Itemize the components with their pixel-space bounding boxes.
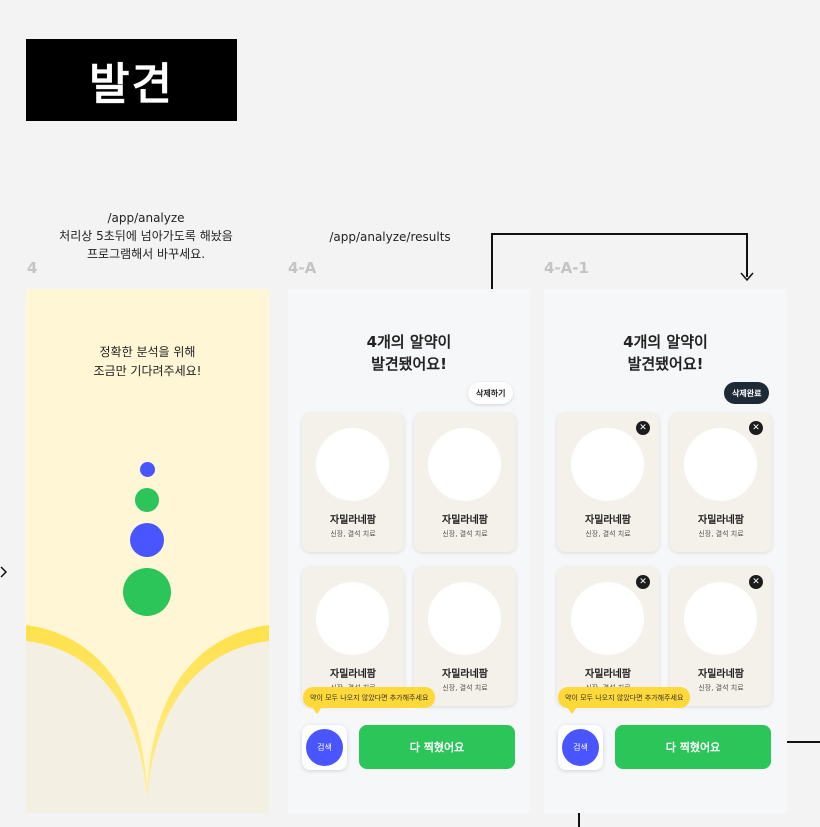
- screen-label-4a1: 4-A-1: [544, 259, 589, 277]
- results-heading: 4개의 알약이 발견됐어요!: [544, 331, 787, 375]
- pill-card[interactable]: ✕ 자밀라네팜 신장, 결석 치료: [670, 413, 772, 552]
- pill-desc: 신장, 결석 치료: [442, 530, 488, 538]
- results-delete-screen: 4개의 알약이 발견됐어요! 삭제완료 ✕ 자밀라네팜 신장, 결석 치료 ✕ …: [544, 289, 787, 813]
- add-pill-tooltip: 약이 모두 나오지 않았다면 추가해주세요: [558, 687, 691, 714]
- pill-image: [428, 582, 501, 655]
- pill-card[interactable]: ✕ 자밀라네팜 신장, 결석 치료: [557, 567, 659, 706]
- pill-desc: 신장, 결석 치료: [698, 530, 744, 538]
- pill-image: [571, 428, 644, 501]
- loading-wave: [26, 625, 269, 813]
- search-button-wrap[interactable]: 검색: [558, 725, 603, 770]
- pill-desc: 신장, 결석 치료: [585, 530, 631, 538]
- screen-label-4: 4: [27, 259, 38, 277]
- page-title: 발견: [26, 39, 237, 121]
- pill-name: 자밀라네팜: [698, 515, 744, 526]
- pill-name: 자밀라네팜: [585, 669, 631, 680]
- search-button[interactable]: 검색: [562, 729, 599, 766]
- pill-name: 자밀라네팜: [442, 669, 488, 680]
- analyze-note: /app/analyze 처리상 5초뒤에 넘아가도록 해놨음 프로그램해서 바…: [40, 209, 252, 263]
- results-heading-line2: 발견됐어요!: [371, 355, 447, 373]
- pill-desc: 신장, 결석 치료: [330, 530, 376, 538]
- close-icon[interactable]: ✕: [749, 421, 763, 435]
- pill-image: [684, 582, 757, 655]
- analyze-route: /app/analyze: [107, 211, 185, 225]
- screen-label-4a: 4-A: [288, 259, 317, 277]
- pill-card[interactable]: 자밀라네팜 신장, 결석 치료: [302, 413, 404, 552]
- analyze-note-line2: 프로그램해서 바꾸세요.: [86, 247, 206, 261]
- add-pill-tooltip: 약이 모두 나오지 않았다면 추가해주세요: [303, 687, 436, 714]
- results-heading-line1: 4개의 알약이: [366, 333, 452, 351]
- loading-message: 정확한 분석을 위해 조금만 기다려주세요!: [26, 343, 269, 381]
- loading-screen: 정확한 분석을 위해 조금만 기다려주세요!: [26, 289, 269, 813]
- search-button-wrap[interactable]: 검색: [302, 725, 347, 770]
- results-heading-line2: 발견됐어요!: [627, 355, 704, 373]
- pill-image: [316, 582, 389, 655]
- analyze-note-line1: 처리상 5초뒤에 넘아가도록 해놨음: [59, 229, 233, 243]
- pill-name: 자밀라네팜: [698, 669, 744, 680]
- pill-image: [571, 582, 644, 655]
- search-button[interactable]: 검색: [306, 729, 343, 766]
- pill-name: 자밀라네팜: [330, 669, 376, 680]
- loading-dot: [135, 488, 159, 512]
- pill-card[interactable]: 자밀라네팜 신장, 결석 치료: [414, 413, 516, 552]
- pill-card[interactable]: 자밀라네팜 신장, 결석 치료: [414, 567, 516, 706]
- done-button[interactable]: 다 찍혔어요: [359, 725, 515, 769]
- arrow-right-icon: [0, 566, 8, 578]
- loading-message-line2: 조금만 기다려주세요!: [93, 364, 202, 378]
- pill-card[interactable]: ✕ 자밀라네팜 신장, 결석 치료: [557, 413, 659, 552]
- results-screen: 4개의 알약이 발견됐어요! 삭제하기 자밀라네팜 신장, 결석 치료 자밀라네…: [288, 289, 530, 813]
- close-icon[interactable]: ✕: [636, 421, 650, 435]
- pill-card[interactable]: ✕ 자밀라네팜 신장, 결석 치료: [670, 567, 772, 706]
- loading-message-line1: 정확한 분석을 위해: [99, 345, 196, 359]
- delete-toggle-button[interactable]: 삭제하기: [468, 382, 514, 404]
- pill-image: [316, 428, 389, 501]
- results-heading-line1: 4개의 알약이: [623, 333, 708, 351]
- loading-dot: [140, 462, 155, 477]
- loading-dot: [130, 523, 164, 557]
- pill-image: [428, 428, 501, 501]
- results-route: /app/analyze/results: [329, 230, 451, 244]
- loading-dot: [123, 568, 171, 616]
- pill-image: [684, 428, 757, 501]
- connector-line: [491, 233, 747, 235]
- results-heading: 4개의 알약이 발견됐어요!: [288, 331, 530, 375]
- close-icon[interactable]: ✕: [749, 575, 763, 589]
- close-icon[interactable]: ✕: [636, 575, 650, 589]
- pill-card[interactable]: 자밀라네팜 신장, 결석 치료: [302, 567, 404, 706]
- connector-line: [746, 233, 748, 277]
- pill-name: 자밀라네팜: [330, 515, 376, 526]
- pill-name: 자밀라네팜: [442, 515, 488, 526]
- done-button[interactable]: 다 찍혔어요: [615, 725, 771, 769]
- pill-name: 자밀라네팜: [585, 515, 631, 526]
- delete-done-button[interactable]: 삭제완료: [724, 382, 770, 404]
- arrow-down-icon: [740, 272, 754, 282]
